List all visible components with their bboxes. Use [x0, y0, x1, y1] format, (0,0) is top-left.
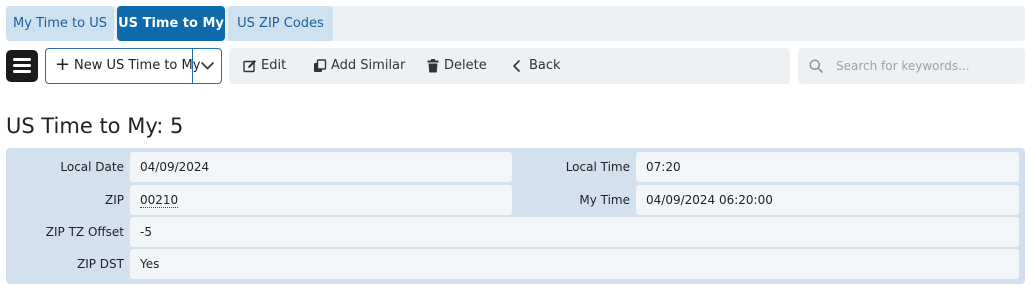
zip-dst-label: ZIP DST	[77, 257, 124, 271]
back-button[interactable]: Back	[511, 48, 561, 84]
edit-button[interactable]: Edit	[243, 48, 299, 84]
plus-icon: +	[55, 54, 71, 75]
tab-my-time-to-us[interactable]: My Time to US	[6, 6, 114, 41]
hamburger-menu-icon	[13, 58, 31, 61]
chevron-left-icon	[513, 60, 520, 72]
add-similar-button[interactable]: Add Similar	[313, 48, 406, 84]
chevron-down-icon	[201, 62, 214, 70]
edit-label: Edit	[261, 58, 287, 73]
search-input[interactable]	[836, 56, 1016, 76]
local-time-label: Local Time	[565, 160, 630, 174]
my-time-label: My Time	[579, 193, 630, 207]
copy-icon	[314, 59, 327, 72]
search-box	[798, 48, 1025, 84]
zip-value[interactable]: 00210	[130, 185, 512, 215]
search-icon	[809, 59, 823, 73]
zip-tz-offset-value: -5	[130, 217, 1019, 247]
hamburger-menu-icon-bar	[13, 70, 31, 73]
hamburger-menu-icon-bar	[13, 64, 31, 67]
new-record-button[interactable]: + New US Time to My	[46, 49, 200, 83]
back-label: Back	[529, 58, 561, 73]
local-date-value: 04/09/2024	[130, 152, 512, 182]
zip-tz-offset-label: ZIP TZ Offset	[45, 225, 124, 239]
new-record-label: New US Time to My	[74, 58, 201, 73]
add-similar-label: Add Similar	[331, 58, 406, 73]
delete-button[interactable]: Delete	[426, 48, 487, 84]
new-record-button-group: + New US Time to My	[45, 48, 222, 84]
local-time-value: 07:20	[636, 152, 1019, 182]
record-detail-panel: Local Date 04/09/2024 Local Time 07:20 Z…	[6, 148, 1025, 284]
trash-icon	[427, 59, 439, 73]
zip-link[interactable]: 00210	[140, 193, 179, 208]
action-toolbar: Edit Add Similar Delete Back	[229, 48, 790, 84]
my-time-value: 04/09/2024 06:20:00	[636, 185, 1019, 215]
new-record-dropdown-toggle[interactable]	[193, 49, 222, 83]
tab-bar: My Time to US US Time to My US ZIP Codes	[6, 6, 1025, 41]
tab-us-zip-codes[interactable]: US ZIP Codes	[228, 6, 333, 41]
tab-us-time-to-my[interactable]: US Time to My	[117, 6, 225, 41]
edit-icon	[243, 60, 256, 73]
hamburger-menu-button[interactable]	[6, 50, 38, 82]
zip-label: ZIP	[105, 193, 124, 207]
delete-label: Delete	[444, 58, 487, 73]
zip-dst-value: Yes	[130, 249, 1019, 279]
local-date-label: Local Date	[60, 160, 124, 174]
page-title: US Time to My: 5	[6, 114, 184, 138]
